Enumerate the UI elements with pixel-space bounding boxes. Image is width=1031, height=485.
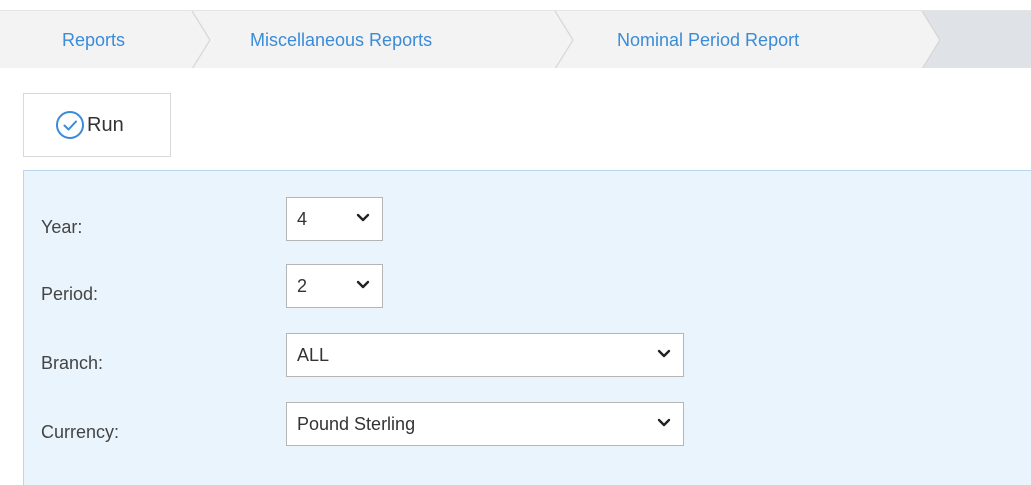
breadcrumb-item-label: Miscellaneous Reports [250,29,433,50]
page: Reports Miscellaneous Reports Nominal Pe… [0,0,1031,485]
chevron-down-icon [356,280,370,289]
chevron-down-icon [356,213,370,222]
check-circle-icon [56,111,84,139]
period-select-value: 2 [297,275,308,296]
breadcrumb-separator-icon [916,11,941,68]
branch-label: Branch: [41,353,104,373]
chevron-down-icon [657,418,671,427]
currency-select-value: Pound Sterling [297,413,416,434]
period-select[interactable]: 2 [286,264,383,308]
breadcrumb-separator-icon [191,11,211,68]
run-button-label: Run [87,113,124,136]
breadcrumb-item-nominal-period-report[interactable]: Nominal Period Report [617,11,799,68]
breadcrumb-item-label: Nominal Period Report [617,29,800,50]
report-parameters-panel: Year: 4 Period: 2 Branch: ALL Currency: … [23,170,1031,485]
breadcrumb-item-miscellaneous-reports[interactable]: Miscellaneous Reports [250,11,432,68]
breadcrumb-item-reports[interactable]: Reports [62,11,125,68]
breadcrumb-item-label: Reports [62,29,126,50]
year-label: Year: [41,217,83,237]
currency-select[interactable]: Pound Sterling [286,402,684,446]
run-button[interactable]: Run [23,93,171,157]
currency-label: Currency: [41,422,120,442]
breadcrumb-separator-icon [554,11,574,68]
year-select[interactable]: 4 [286,197,383,241]
breadcrumb: Reports Miscellaneous Reports Nominal Pe… [0,10,1031,68]
year-select-value: 4 [297,208,308,229]
chevron-down-icon [657,349,671,358]
branch-select-value: ALL [297,344,330,365]
branch-select[interactable]: ALL [286,333,684,377]
period-label: Period: [41,284,99,304]
